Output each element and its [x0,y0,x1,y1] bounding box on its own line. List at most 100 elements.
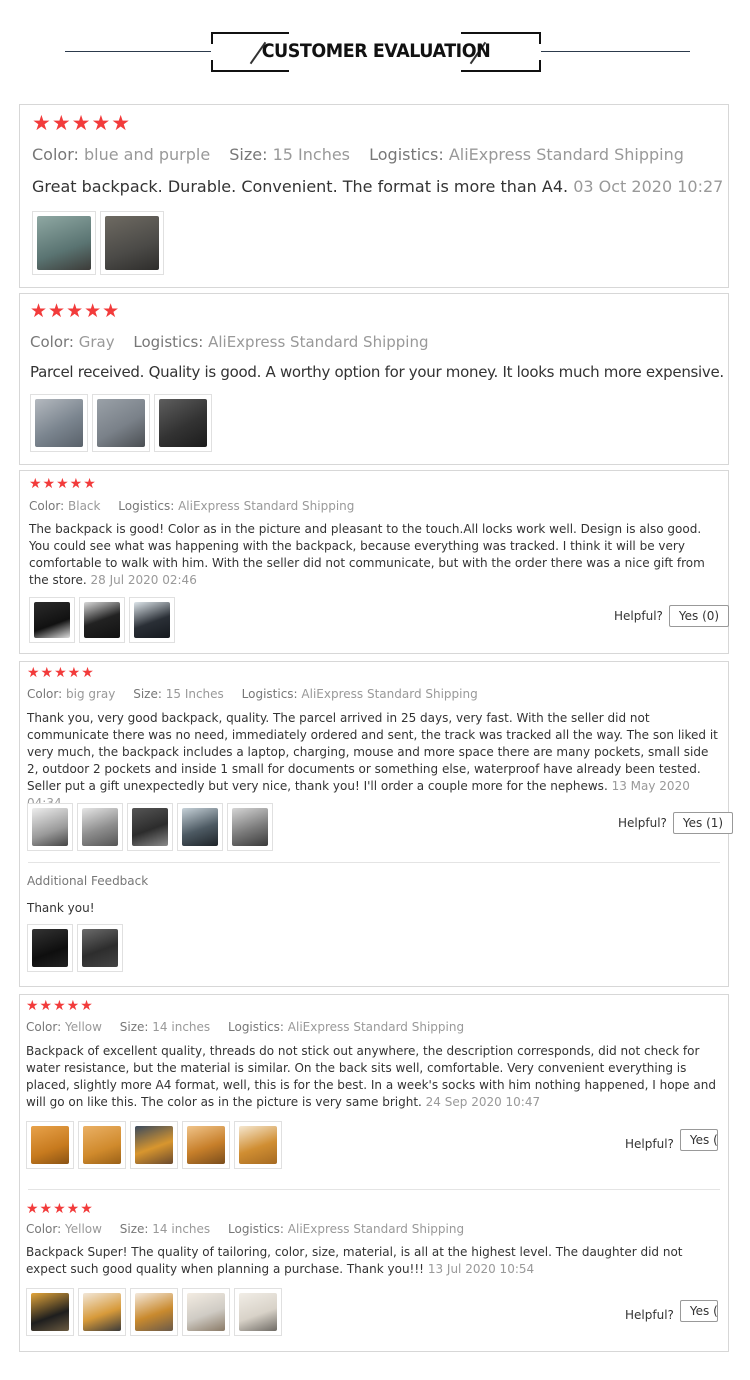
logistics-value: AliExpress Standard Shipping [208,333,429,351]
review-card: ★★★★★ Color: Yellow Size: 14 inches Logi… [19,994,729,1352]
photo-thumbnail[interactable] [130,1288,178,1336]
header-line-left [65,51,211,52]
photo-thumbnail[interactable] [182,1121,230,1169]
review-text: Thank you, very good backpack, quality. … [27,710,721,812]
review-card: ★★★★★ Color: Gray Logistics: AliExpress … [19,293,729,465]
header-frame: CUSTOMER EVALUATION [211,32,541,72]
review-text: Backpack of excellent quality, threads d… [26,1044,716,1109]
color-value: Yellow [65,1222,102,1236]
review-date: 13 Jul 2020 10:54 [427,1262,535,1276]
divider [28,862,720,863]
color-label: Color: [26,1222,62,1236]
photo-thumbnail[interactable] [234,1121,282,1169]
photo-thumbnail[interactable] [30,394,88,452]
additional-photos [27,924,127,972]
review-photos [30,394,216,452]
logistics-label: Logistics: [133,333,204,351]
photo-thumbnail[interactable] [77,803,123,851]
helpful-label: Helpful? [614,609,663,623]
helpful-vote: Helpful? Yes (1) [618,812,734,834]
size-label: Size: [133,687,162,701]
review-meta: Color: blue and purple Size: 15 Inches L… [32,145,684,164]
photo-thumbnail[interactable] [154,394,212,452]
helpful-vote: Helpful? Yes (0) [614,605,730,627]
helpful-yes-button[interactable]: Yes (0) [668,605,730,627]
photo-thumbnail[interactable] [130,1121,178,1169]
color-value: big gray [66,687,116,701]
size-value: 14 inches [152,1222,211,1236]
page-title: CUSTOMER EVALUATION [261,40,491,62]
divider [28,1189,720,1190]
rating-stars: ★★★★★ [32,111,132,135]
logistics-value: AliExpress Standard Shipping [287,1222,465,1236]
helpful-label: Helpful? [625,1308,674,1322]
photo-thumbnail[interactable] [32,211,96,275]
photo-thumbnail[interactable] [79,597,125,643]
logistics-label: Logistics: [118,499,175,513]
logistics-label: Logistics: [241,687,298,701]
rating-stars: ★★★★★ [29,476,97,492]
photo-thumbnail[interactable] [26,1121,74,1169]
review-date: 28 Jul 2020 02:46 [90,573,197,587]
color-value: Gray [78,333,115,351]
size-value: 14 inches [152,1020,211,1034]
review-text: The backpack is good! Color as in the pi… [29,522,705,587]
review-text: Great backpack. Durable. Convenient. The… [32,177,724,196]
header-line-right [541,51,690,52]
helpful-vote: Helpful? Yes ( [625,1300,718,1322]
review-date: 03 Oct 2020 10:27 [573,177,724,196]
photo-thumbnail[interactable] [78,1288,126,1336]
photo-thumbnail[interactable] [78,1121,126,1169]
logistics-value: AliExpress Standard Shipping [178,499,355,513]
additional-feedback-text: Thank you! [27,901,95,915]
photo-thumbnail[interactable] [27,924,73,972]
helpful-yes-button[interactable]: Yes ( [679,1129,718,1151]
review-card: ★★★★★ Color: Black Logistics: AliExpress… [19,470,730,654]
photo-thumbnail[interactable] [129,597,175,643]
photo-thumbnail[interactable] [26,1288,74,1336]
color-label: Color: [32,145,79,164]
photo-thumbnail[interactable] [29,597,75,643]
review-photos [29,597,179,643]
color-value: Black [68,499,101,513]
review-card: ★★★★★ Color: big gray Size: 15 Inches Lo… [19,661,734,987]
review-photos [32,211,168,275]
rating-stars: ★★★★★ [26,1201,94,1217]
logistics-label: Logistics: [228,1020,284,1034]
rating-stars: ★★★★★ [26,998,94,1014]
review-meta: Color: Black Logistics: AliExpress Stand… [29,499,354,513]
helpful-label: Helpful? [625,1137,674,1151]
helpful-yes-button[interactable]: Yes ( [679,1300,718,1322]
additional-feedback-label: Additional Feedback [27,874,149,888]
color-label: Color: [27,687,63,701]
size-value: 15 Inches [272,145,351,164]
helpful-yes-button[interactable]: Yes (1) [672,812,734,834]
color-value: Yellow [65,1020,102,1034]
review-date: 24 Sep 2020 10:47 [425,1095,541,1109]
photo-thumbnail[interactable] [77,924,123,972]
review-photos [26,1288,286,1336]
review-meta: Color: Yellow Size: 14 inches Logistics:… [26,1222,464,1236]
review-text: Backpack Super! The quality of tailoring… [26,1245,683,1276]
size-value: 15 Inches [165,687,224,701]
review-meta: Color: Gray Logistics: AliExpress Standa… [30,333,429,351]
logistics-label: Logistics: [228,1222,284,1236]
photo-thumbnail[interactable] [92,394,150,452]
photo-thumbnail[interactable] [100,211,164,275]
photo-thumbnail[interactable] [177,803,223,851]
photo-thumbnail[interactable] [234,1288,282,1336]
photo-thumbnail[interactable] [127,803,173,851]
photo-thumbnail[interactable] [182,1288,230,1336]
rating-stars: ★★★★★ [27,665,95,681]
review-meta: Color: Yellow Size: 14 inches Logistics:… [26,1020,464,1034]
color-label: Color: [26,1020,62,1034]
helpful-label: Helpful? [618,816,667,830]
size-label: Size: [119,1222,149,1236]
color-value: blue and purple [83,145,211,164]
review-text: Parcel received. Quality is good. A wort… [30,363,724,381]
review-card: ★★★★★ Color: blue and purple Size: 15 In… [19,104,729,288]
color-label: Color: [30,333,74,351]
size-label: Size: [229,145,268,164]
photo-thumbnail[interactable] [227,803,273,851]
photo-thumbnail[interactable] [27,803,73,851]
